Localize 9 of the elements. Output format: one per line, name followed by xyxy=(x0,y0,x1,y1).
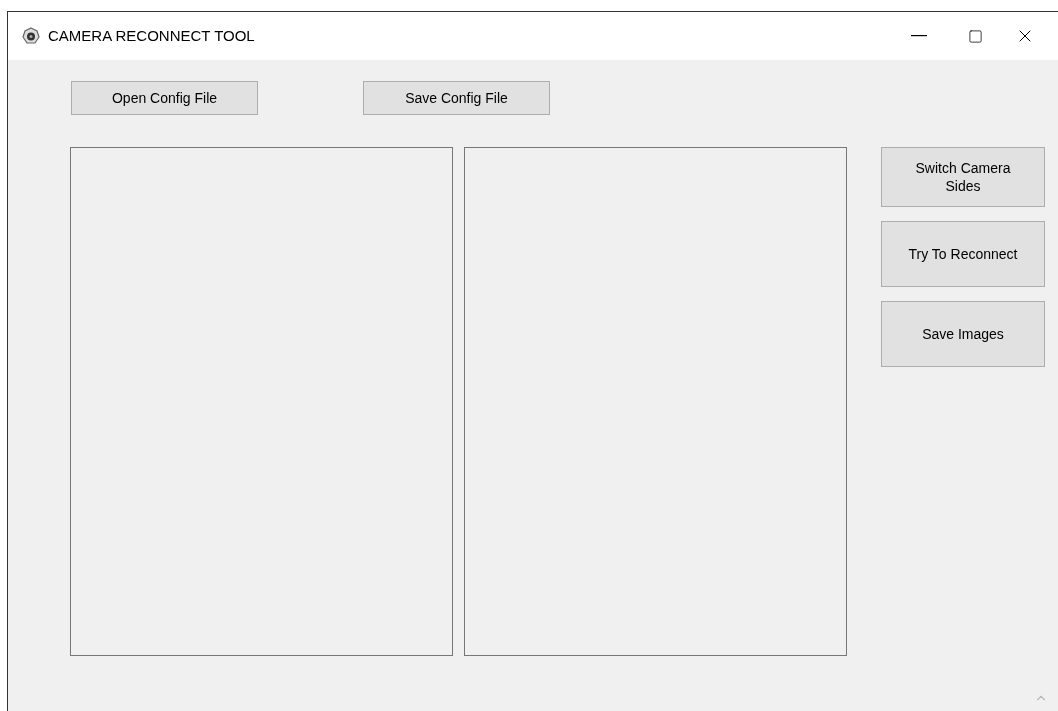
window-title: CAMERA RECONNECT TOOL xyxy=(48,25,255,46)
action-button[interactable]: Switch Camera Sides xyxy=(881,147,1045,207)
config-button[interactable]: Open Config File xyxy=(71,81,258,115)
action-button[interactable]: Try To Reconnect xyxy=(881,221,1045,287)
camera-icon xyxy=(22,27,40,45)
maximize-icon xyxy=(967,28,983,44)
config-button[interactable]: Save Config File xyxy=(363,81,550,115)
action-button[interactable]: Save Images xyxy=(881,301,1045,367)
minimize-icon xyxy=(911,35,927,37)
